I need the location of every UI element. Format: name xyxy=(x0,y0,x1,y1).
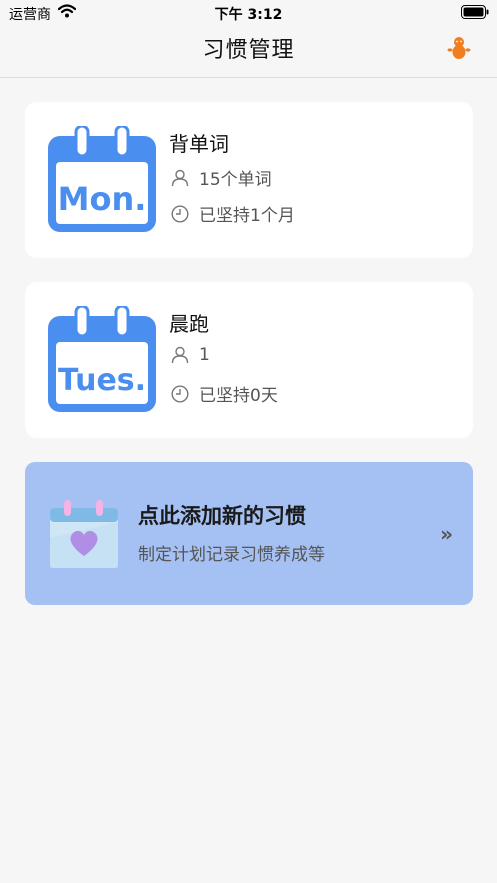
habit-streak-row: 已坚持0天 xyxy=(171,381,278,406)
page-title: 习惯管理 xyxy=(202,38,295,63)
add-habit-subtitle: 制定计划记录习惯养成等 xyxy=(138,545,325,565)
calendar-day-label: Mon. xyxy=(58,180,147,218)
nav-bar: 习惯管理 xyxy=(0,26,497,78)
add-habit-button[interactable]: 点此添加新的习惯 制定计划记录习惯养成等 » xyxy=(25,462,473,605)
person-outline-icon xyxy=(171,346,189,364)
chevron-right-icon: » xyxy=(440,522,453,546)
status-time: 下午 3:12 xyxy=(214,7,283,23)
status-bar: 运营商 下午 3:12 xyxy=(0,0,497,26)
person-icon[interactable] xyxy=(447,36,471,64)
habit-name: 晨跑 xyxy=(169,312,209,336)
add-habit-headline: 点此添加新的习惯 xyxy=(138,504,306,528)
clock-icon xyxy=(171,204,189,223)
calendar-day-label: Tues. xyxy=(58,363,146,398)
person-outline-icon xyxy=(171,169,189,186)
habit-card[interactable]: Mon. 背单词 15个单词 已坚持1个月 xyxy=(25,102,473,258)
calendar-icon: Mon. xyxy=(48,124,158,238)
clock-icon xyxy=(171,384,189,403)
habit-name: 背单词 xyxy=(169,132,229,156)
habit-count-row: 1 xyxy=(171,345,210,365)
habit-streak: 已坚持1个月 xyxy=(199,206,295,226)
habit-count: 1 xyxy=(199,345,210,365)
habit-count: 15个单词 xyxy=(199,170,272,190)
habit-streak-row: 已坚持1个月 xyxy=(171,201,295,226)
battery-icon xyxy=(461,5,489,23)
calendar-heart-icon xyxy=(48,498,120,574)
habit-card[interactable]: Tues. 晨跑 1 已坚持0天 xyxy=(25,282,473,438)
habit-count-row: 15个单词 xyxy=(171,165,272,190)
calendar-icon: Tues. xyxy=(48,304,158,418)
habit-streak: 已坚持0天 xyxy=(199,386,278,406)
